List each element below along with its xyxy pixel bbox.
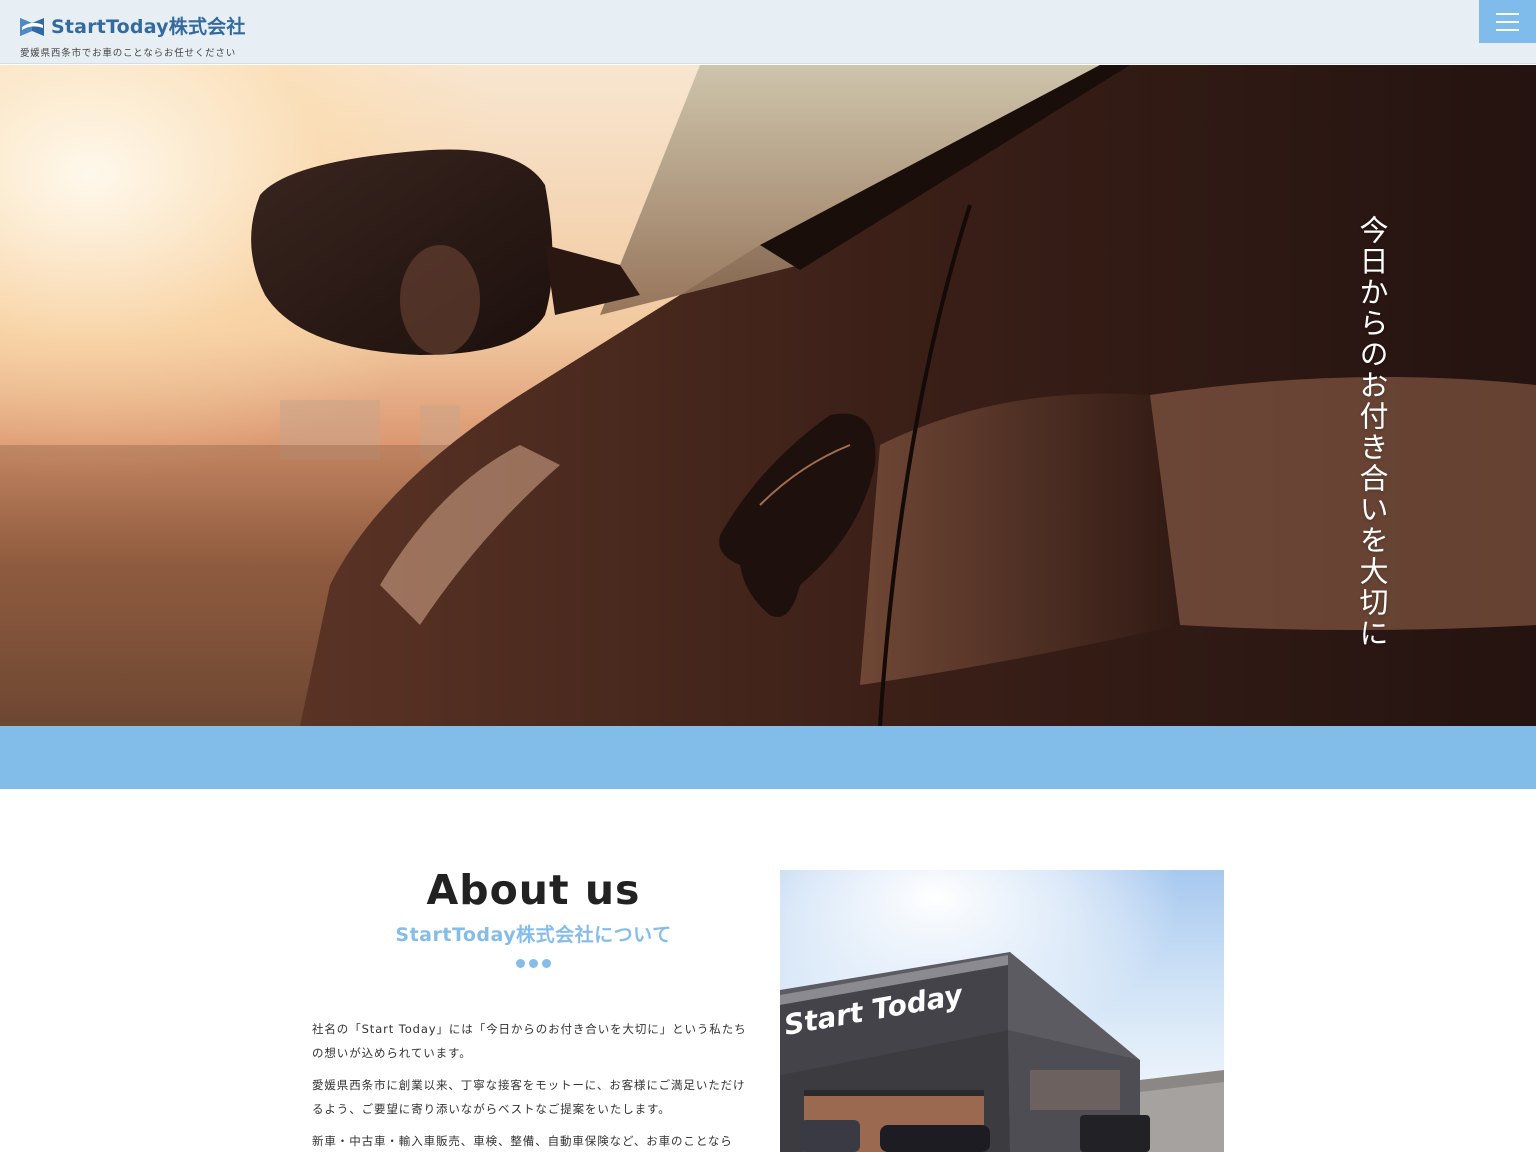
accent-band [0,726,1536,789]
logo-flag-icon [20,18,44,36]
hero-car-photo [0,65,1536,726]
dots-decoration [516,959,551,968]
hamburger-icon-line [1496,20,1519,23]
about-paragraph: 社名の「Start Today」には「今日からのお付き合いを大切に」という私たち… [312,1022,747,1060]
header-tagline: 愛媛県西条市でお車のことならお任せください [20,48,237,59]
about-paragraph: 新車・中古車・輸入車販売、車検、整備、自動車保険など、お車のことなら [312,1134,733,1148]
about-body: 社名の「Start Today」には「今日からのお付き合いを大切に」という私たち… [312,1017,755,1152]
hamburger-menu-button[interactable] [1479,0,1536,43]
about-paragraph: 愛媛県西条市に創業以来、丁寧な接客をモットーに、お客様にご満足いただけるよう、ご… [312,1078,746,1116]
dot-icon [529,959,538,968]
about-subtitle: StartToday株式会社について [395,924,672,946]
dot-icon [516,959,525,968]
logo-text: StartToday株式会社 [51,16,246,38]
hamburger-icon-line [1496,28,1519,31]
hero-tagline: 今日からのお付き合いを大切に [1355,215,1389,649]
store-photo: Start Today [780,870,1224,1152]
hero-section: 今日からのお付き合いを大切に [0,65,1536,726]
site-header: StartToday株式会社 愛媛県西条市でお車のことならお任せください [0,0,1536,64]
dot-icon [542,959,551,968]
hamburger-icon [1496,12,1519,15]
site-logo[interactable]: StartToday株式会社 [19,14,246,40]
about-title: About us [426,866,641,914]
